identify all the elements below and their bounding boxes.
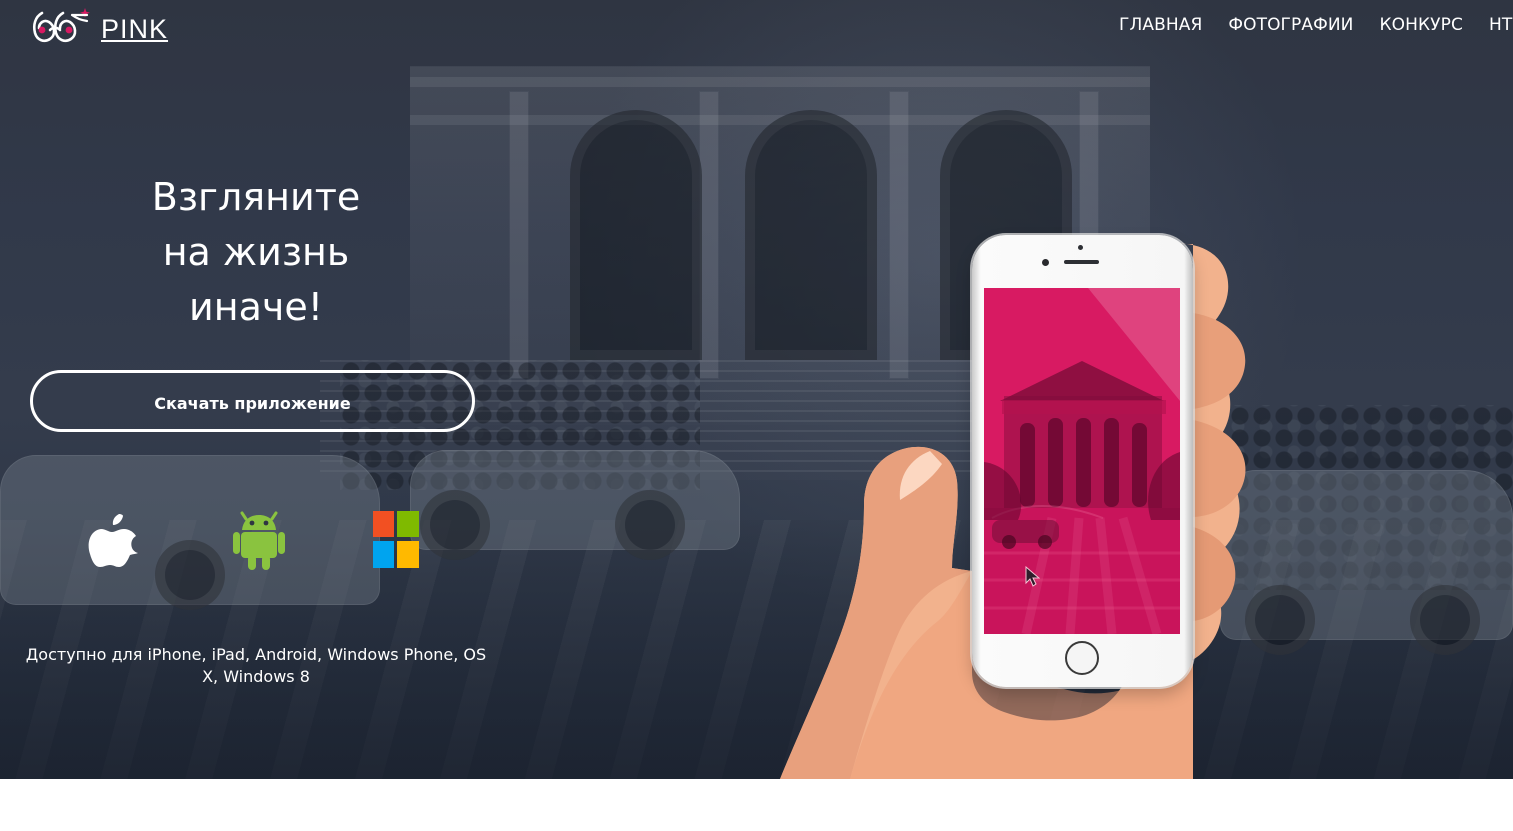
hero-title-line: иначе! <box>189 285 323 329</box>
nav-home-link[interactable]: ГЛАВНАЯ <box>1119 14 1202 36</box>
phone-home-button <box>1065 641 1099 675</box>
phone-mockup <box>972 235 1193 687</box>
phone-speaker-icon <box>1064 260 1099 264</box>
nav-contest-link[interactable]: КОНКУРС <box>1379 14 1462 36</box>
site-header: PINK ГЛАВНАЯ ФОТОГРАФИИ КОНКУРС HTI <box>0 0 1513 52</box>
page-bottom-area <box>0 779 1513 831</box>
hero-title-line: Взгляните <box>151 175 361 219</box>
nav-html-link[interactable]: HTI <box>1489 14 1513 36</box>
mouse-cursor-icon <box>1025 566 1040 587</box>
phone-camera-icon <box>1042 259 1049 266</box>
phone-in-hand-illustration <box>780 235 1250 779</box>
hero-title-line: на жизнь <box>162 230 350 274</box>
background-wheel <box>420 490 490 560</box>
background-wheel <box>1410 585 1480 655</box>
phone-screen-preview <box>984 288 1180 634</box>
background-column <box>510 92 528 378</box>
brand-home-link[interactable]: PINK <box>30 5 168 45</box>
apple-icon <box>88 511 140 571</box>
windows-icon <box>373 511 419 568</box>
nav-photos-link[interactable]: ФОТОГРАФИИ <box>1228 14 1353 36</box>
phone-top-dot <box>1078 245 1083 250</box>
pink-glasses-logo-icon <box>30 5 93 45</box>
hero-title: Взгляните на жизнь иначе! <box>66 170 446 335</box>
background-wheel <box>615 490 685 560</box>
background-column <box>700 92 718 378</box>
background-wheel <box>1245 585 1315 655</box>
platform-icons <box>88 511 428 573</box>
brand-name: PINK <box>101 13 169 44</box>
availability-text: Доступно для iPhone, iPad, Android, Wind… <box>25 645 487 686</box>
hero-section: PINK ГЛАВНАЯ ФОТОГРАФИИ КОНКУРС HTI Взгл… <box>0 0 1513 779</box>
android-icon <box>233 511 285 571</box>
download-app-button[interactable]: Скачать приложение <box>30 370 475 432</box>
main-navigation: ГЛАВНАЯ ФОТОГРАФИИ КОНКУРС HTI <box>1119 14 1513 36</box>
background-arch <box>570 110 702 360</box>
